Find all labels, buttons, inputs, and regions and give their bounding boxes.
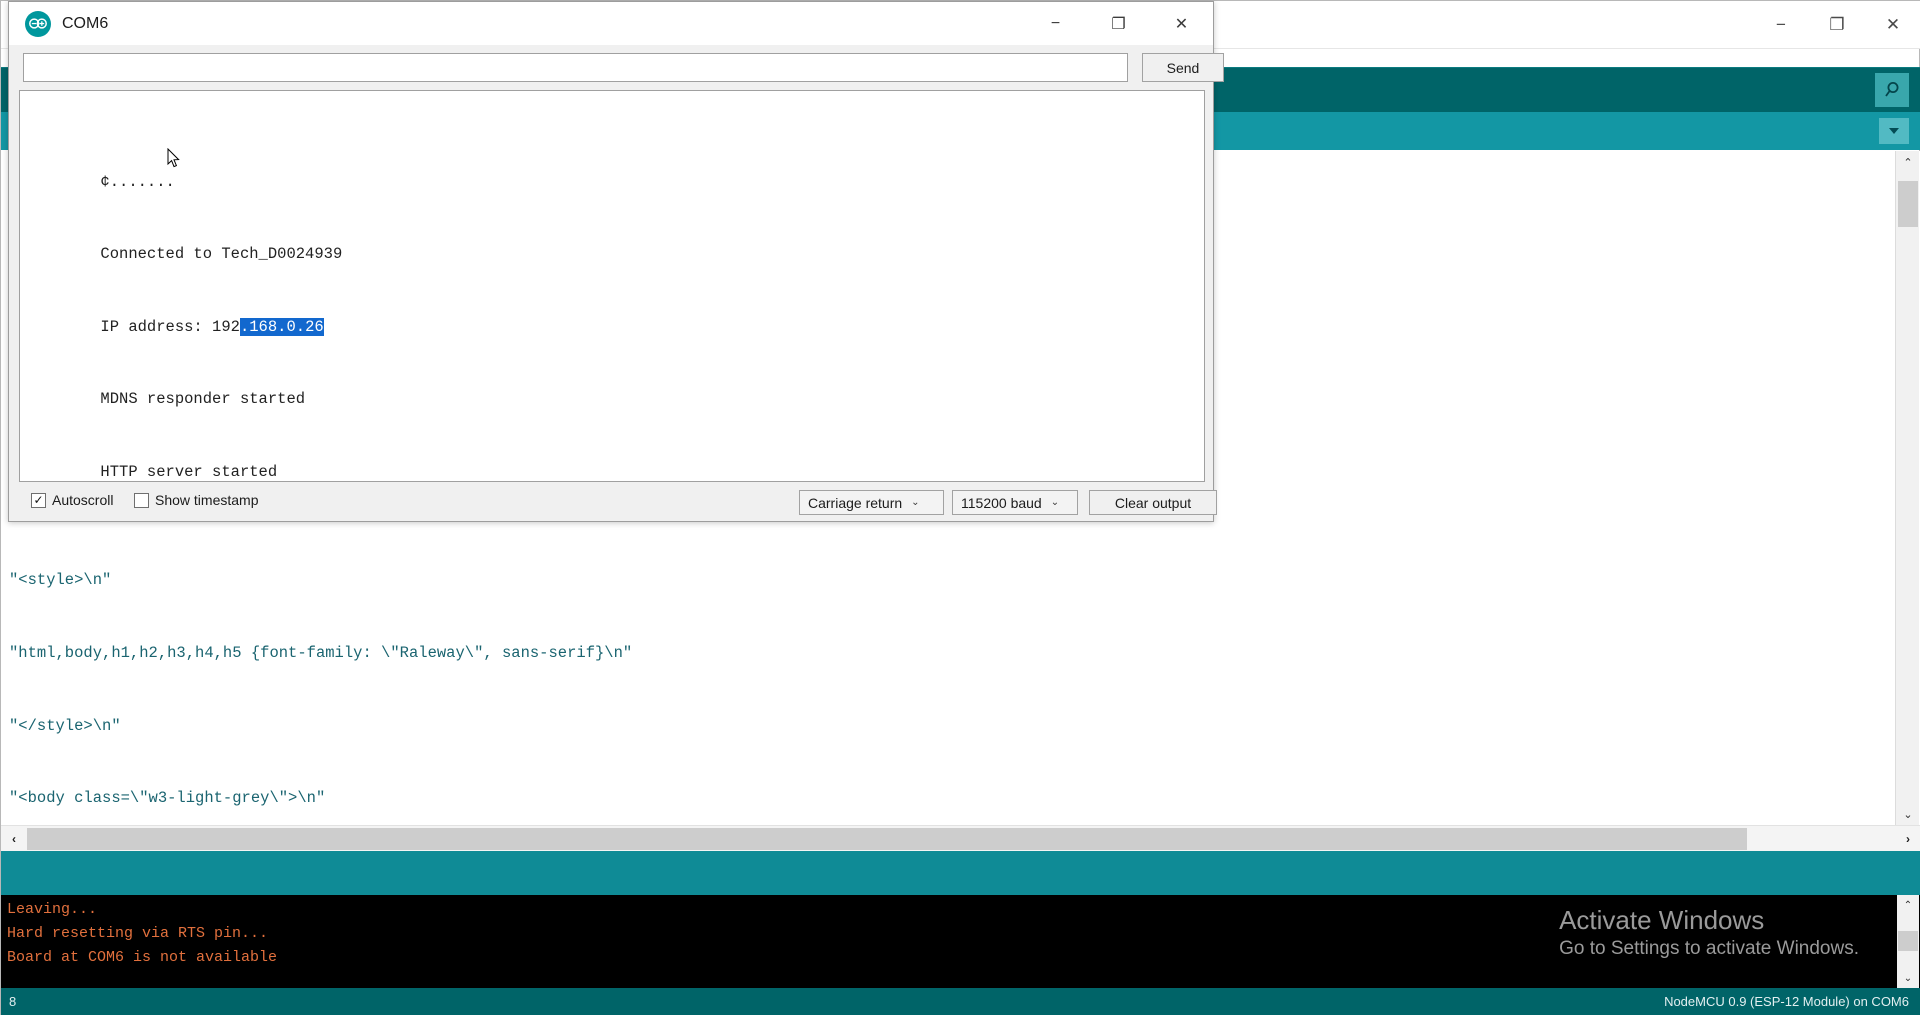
show-timestamp-check-mark-icon bbox=[134, 493, 149, 508]
console-output: Leaving... Hard resetting via RTS pin...… bbox=[1, 895, 1920, 988]
clear-output-button[interactable]: Clear output bbox=[1089, 490, 1217, 515]
status-board-info: NodeMCU 0.9 (ESP-12 Module) on COM6 bbox=[1664, 994, 1909, 1009]
serial-send-button[interactable]: Send bbox=[1142, 53, 1224, 82]
console-line: Board at COM6 is not available bbox=[7, 946, 277, 970]
console-line: Leaving... bbox=[7, 898, 97, 922]
ide-close-button[interactable]: ✕ bbox=[1865, 1, 1920, 49]
serial-output-text: HTTP server started bbox=[100, 463, 277, 481]
scroll-left-arrow-icon[interactable]: ‹ bbox=[3, 828, 25, 850]
serial-output-text: MDNS responder started bbox=[100, 390, 305, 408]
ide-statusbar: 8 NodeMCU 0.9 (ESP-12 Module) on COM6 bbox=[1, 988, 1920, 1015]
caret-down-icon bbox=[1888, 127, 1900, 135]
serial-output-line: ¢....... bbox=[26, 145, 1200, 169]
serial-output-area[interactable]: ¢....... Connected to Tech_D0024939 IP a… bbox=[19, 90, 1205, 482]
serial-output-text: Connected to Tech_D0024939 bbox=[100, 245, 342, 263]
serial-minimize-button[interactable]: − bbox=[1024, 2, 1087, 45]
editor-vertical-scrollbar[interactable]: ⌃ ⌄ bbox=[1895, 151, 1919, 825]
autoscroll-check-mark-icon: ✓ bbox=[31, 493, 46, 508]
serial-monitor-button[interactable] bbox=[1875, 73, 1909, 107]
serial-output-line: Connected to Tech_D0024939 bbox=[26, 218, 1200, 242]
serial-output-text: ¢....... bbox=[100, 173, 174, 191]
code-line: "</style>\n" bbox=[9, 714, 1886, 738]
editor-horizontal-scrollbar[interactable]: ‹ › bbox=[1, 825, 1920, 851]
serial-monitor-window: COM6 − ❐ ✕ Send ¢....... Connected to Te… bbox=[8, 1, 1214, 522]
horizontal-scroll-thumb[interactable] bbox=[27, 828, 1747, 850]
serial-output-selected-text[interactable]: .168.0.26 bbox=[240, 318, 324, 336]
line-ending-dropdown[interactable]: Carriage return ⌄ bbox=[799, 490, 944, 515]
serial-close-button[interactable]: ✕ bbox=[1150, 2, 1213, 45]
serial-monitor-title: COM6 bbox=[62, 15, 108, 33]
vertical-scroll-thumb[interactable] bbox=[1898, 181, 1918, 227]
scroll-down-arrow-icon[interactable]: ⌄ bbox=[1896, 803, 1920, 825]
autoscroll-label: Autoscroll bbox=[52, 492, 113, 508]
serial-send-input[interactable] bbox=[23, 53, 1128, 82]
serial-output-line: MDNS responder started bbox=[26, 363, 1200, 387]
ide-maximize-button[interactable]: ❐ bbox=[1809, 1, 1865, 49]
console-header bbox=[1, 851, 1920, 895]
magnifier-icon bbox=[1882, 80, 1902, 100]
serial-output-line: IP address: 192.168.0.26 bbox=[26, 291, 1200, 315]
ide-minimize-button[interactable]: − bbox=[1753, 1, 1809, 49]
show-timestamp-checkbox[interactable]: Show timestamp bbox=[134, 492, 258, 508]
console-vertical-scrollbar[interactable]: ⌃ ⌄ bbox=[1897, 895, 1919, 988]
chevron-down-icon: ⌄ bbox=[1051, 497, 1059, 508]
arduino-infinity-icon bbox=[25, 11, 51, 37]
code-line: "html,body,h1,h2,h3,h4,h5 {font-family: … bbox=[9, 641, 1886, 665]
scroll-right-arrow-icon[interactable]: › bbox=[1897, 828, 1919, 850]
baud-rate-dropdown[interactable]: 115200 baud ⌄ bbox=[952, 490, 1078, 515]
console-scroll-down-arrow-icon[interactable]: ⌄ bbox=[1897, 968, 1919, 988]
autoscroll-checkbox[interactable]: ✓ Autoscroll bbox=[31, 492, 113, 508]
code-line: "<body class=\"w3-light-grey\">\n" bbox=[9, 786, 1886, 810]
serial-maximize-button[interactable]: ❐ bbox=[1087, 2, 1150, 45]
serial-monitor-bottom-bar: ✓ Autoscroll Show timestamp Carriage ret… bbox=[9, 484, 1213, 521]
serial-send-row: Send bbox=[9, 45, 1213, 90]
chevron-down-icon: ⌄ bbox=[911, 497, 919, 508]
show-timestamp-label: Show timestamp bbox=[155, 492, 258, 508]
scroll-up-arrow-icon[interactable]: ⌃ bbox=[1896, 151, 1920, 173]
console-scroll-up-arrow-icon[interactable]: ⌃ bbox=[1897, 895, 1919, 915]
serial-monitor-window-controls: − ❐ ✕ bbox=[1024, 2, 1213, 45]
serial-output-text: IP address: 192 bbox=[100, 318, 240, 336]
console-scroll-thumb[interactable] bbox=[1898, 931, 1918, 951]
baud-rate-value: 115200 baud bbox=[961, 495, 1042, 511]
console-line: Hard resetting via RTS pin... bbox=[7, 922, 268, 946]
serial-output-line: HTTP server started bbox=[26, 436, 1200, 460]
tab-dropdown-button[interactable] bbox=[1879, 118, 1909, 144]
line-ending-value: Carriage return bbox=[808, 495, 902, 511]
status-line-number: 8 bbox=[9, 994, 16, 1009]
arduino-logo-glyph bbox=[28, 17, 48, 30]
code-line: "<style>\n" bbox=[9, 568, 1886, 592]
serial-monitor-titlebar[interactable]: COM6 − ❐ ✕ bbox=[9, 2, 1213, 45]
ide-window-controls: − ❐ ✕ bbox=[1753, 1, 1920, 49]
